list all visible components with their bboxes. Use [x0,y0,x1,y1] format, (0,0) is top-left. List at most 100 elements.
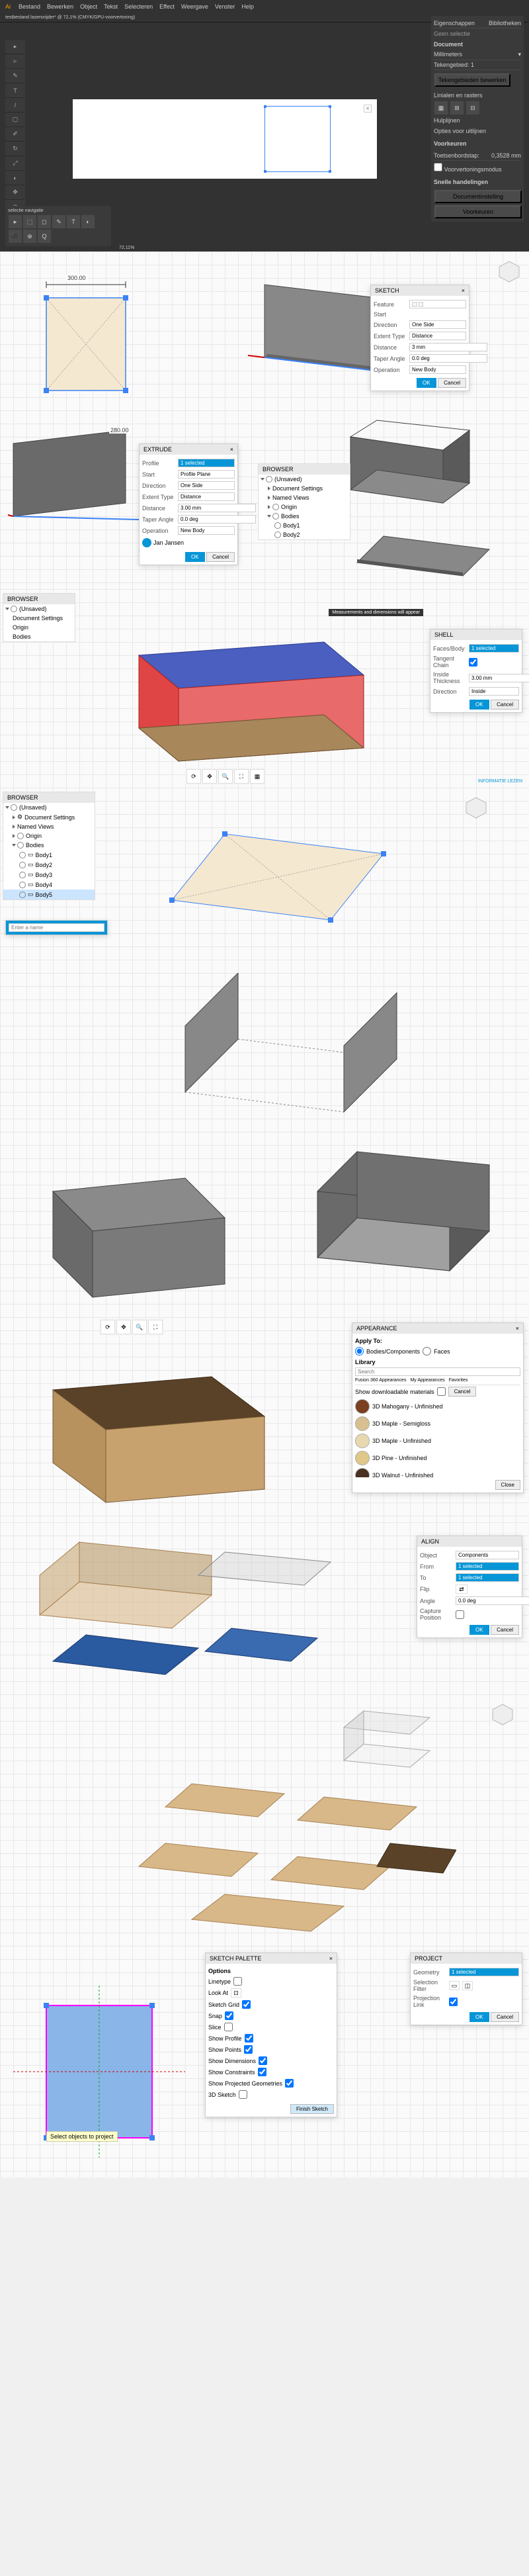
artboard[interactable]: × [73,99,377,179]
tool-btn[interactable]: T [67,215,80,228]
tree-root[interactable]: (Unsaved) [259,475,350,484]
flip-icon[interactable]: ⇄ [456,1585,468,1594]
dimension-value-2[interactable]: 280.00 [109,427,130,434]
distance-input[interactable] [409,343,487,351]
tree-item[interactable]: Named Views [3,822,95,831]
menu-object[interactable]: Object [80,3,97,10]
cancel-button[interactable]: Cancel [491,1625,519,1635]
palette-item[interactable]: Show Dimensions [208,2055,334,2066]
ok-button[interactable]: OK [469,1625,489,1635]
tree-body2[interactable]: ▭Body2 [3,860,95,870]
faces-selected[interactable]: 1 selected [469,644,519,653]
shell-box-3d[interactable] [99,616,377,774]
tree-body3[interactable]: ▭Body3 [3,870,95,880]
fit-icon[interactable]: ⛶ [148,1320,163,1334]
palette-item[interactable]: Show Projected Geometries [208,2078,334,2089]
close-icon[interactable]: × [230,446,233,453]
preview-checkbox[interactable] [434,163,442,171]
profile-selected[interactable]: 1 selected [178,459,235,467]
filter-body-icon[interactable]: ▭ [449,1981,460,1990]
closed-box-3d[interactable] [20,1145,245,1311]
tool-btn[interactable]: ◐ [81,215,95,228]
tree-item[interactable]: Origin [3,623,75,632]
grid-icon[interactable]: ⊞ [450,101,464,115]
tree-item[interactable]: (Unsaved) [3,604,75,614]
projlink-checkbox[interactable] [449,1998,458,2006]
rectangle-tool[interactable]: ▢ [5,113,25,127]
start-select[interactable]: Profile Plane [178,470,235,479]
line-tool[interactable]: / [5,98,25,113]
type-tool[interactable]: T [5,83,25,98]
tab-fusion-appearances[interactable]: Fusion 360 Appearances [355,1378,406,1383]
display-icon[interactable]: ▦ [250,769,264,784]
direction-select[interactable]: Inside [469,687,519,696]
snap-icon[interactable]: ⊟ [466,101,479,115]
flat-panel-3d[interactable] [344,516,496,582]
menu-effect[interactable]: Effect [159,3,175,10]
cancel-button[interactable]: Cancel [438,378,466,388]
walls-3d[interactable] [145,973,410,1125]
cancel-button[interactable]: Cancel [491,700,519,710]
view-cube[interactable] [489,1701,516,1729]
geometry-selected[interactable]: 1 selected [449,1968,519,1976]
doc-setup-button[interactable]: Documentinstelling [434,190,522,203]
zoom-level[interactable]: 72,11% [119,246,134,250]
eyedropper-tool[interactable]: ✥ [5,185,25,200]
show-dl-checkbox[interactable] [437,1387,446,1396]
tool-btn[interactable]: ⊕ [23,230,36,243]
feature-input[interactable]: ⬚ ⬚ [409,300,466,308]
cancel-dl-button[interactable]: Cancel [448,1387,477,1397]
exploded-panels-3d[interactable] [99,1701,456,1939]
tab-favorites[interactable]: Favorites [449,1378,468,1383]
scale-tool[interactable]: ⤢ [5,156,25,171]
palette-item[interactable]: Slice [208,2021,334,2033]
sketch-top-view[interactable] [20,271,152,404]
angle-input[interactable] [456,1596,529,1605]
tool-btn[interactable]: ▸ [9,215,22,228]
zoom-icon[interactable]: 🔍 [218,769,233,784]
selected-rectangle[interactable] [264,106,331,172]
palette-item[interactable]: Snap [208,2010,334,2021]
extent-select[interactable]: Distance [178,492,235,501]
palette-item[interactable]: Show Constraints [208,2066,334,2078]
tree-item[interactable]: Bodies [3,632,75,641]
from-selected[interactable]: 1 selected [456,1562,519,1571]
palette-item[interactable]: Sketch Grid [208,1999,334,2010]
tree-item[interactable]: ⚙Document Settings [3,812,95,822]
tool-btn[interactable]: ✎ [52,215,65,228]
panel-tab-props[interactable]: Eigenschappen [434,20,475,26]
operation-select[interactable]: New Body [409,365,466,374]
operation-select[interactable]: New Body [178,526,235,535]
view-cube[interactable] [496,258,522,286]
tree-origin[interactable]: Origin [259,502,350,512]
dropdown-icon[interactable]: ▾ [518,51,521,58]
material-row[interactable]: 3D Pine - Unfinished [355,1449,520,1467]
to-selected[interactable]: 1 selected [456,1573,519,1582]
menu-file[interactable]: Bestand [19,3,40,10]
material-row[interactable]: 3D Maple - Semigloss [355,1415,520,1432]
tree-item[interactable]: Document Settings [3,614,75,623]
tree-item[interactable]: Bodies [3,841,95,850]
extent-select[interactable]: Distance [409,332,466,340]
material-row[interactable]: 3D Maple - Unfinished [355,1432,520,1449]
ok-button[interactable]: OK [417,378,436,388]
tangent-checkbox[interactable] [469,658,477,667]
pan-icon[interactable]: ✥ [116,1320,131,1334]
fit-icon[interactable]: ⛶ [234,769,249,784]
brush-tool[interactable]: ✐ [5,127,25,142]
tree-body4[interactable]: ▭Body4 [3,880,95,890]
material-row[interactable]: 3D Walnut - Unfinished [355,1467,520,1477]
tree-docset[interactable]: Document Settings [259,484,350,493]
inside-input[interactable] [469,674,529,682]
close-button[interactable]: Close [495,1480,520,1490]
wood-box-3d[interactable] [13,1337,291,1516]
edit-artboards-button[interactable]: Tekengebieden bewerken [434,73,510,87]
close-icon[interactable]: × [516,1325,519,1332]
dimension-value[interactable]: 300.00 [66,275,87,281]
close-icon[interactable]: × [462,287,465,294]
tree-item[interactable]: (Unsaved) [3,803,95,812]
rename-input[interactable] [9,923,104,932]
gradient-tool[interactable]: ◐ [5,171,25,185]
material-row[interactable]: 3D Mahogany - Unfinished [355,1398,520,1415]
menu-edit[interactable]: Bewerken [47,3,73,10]
